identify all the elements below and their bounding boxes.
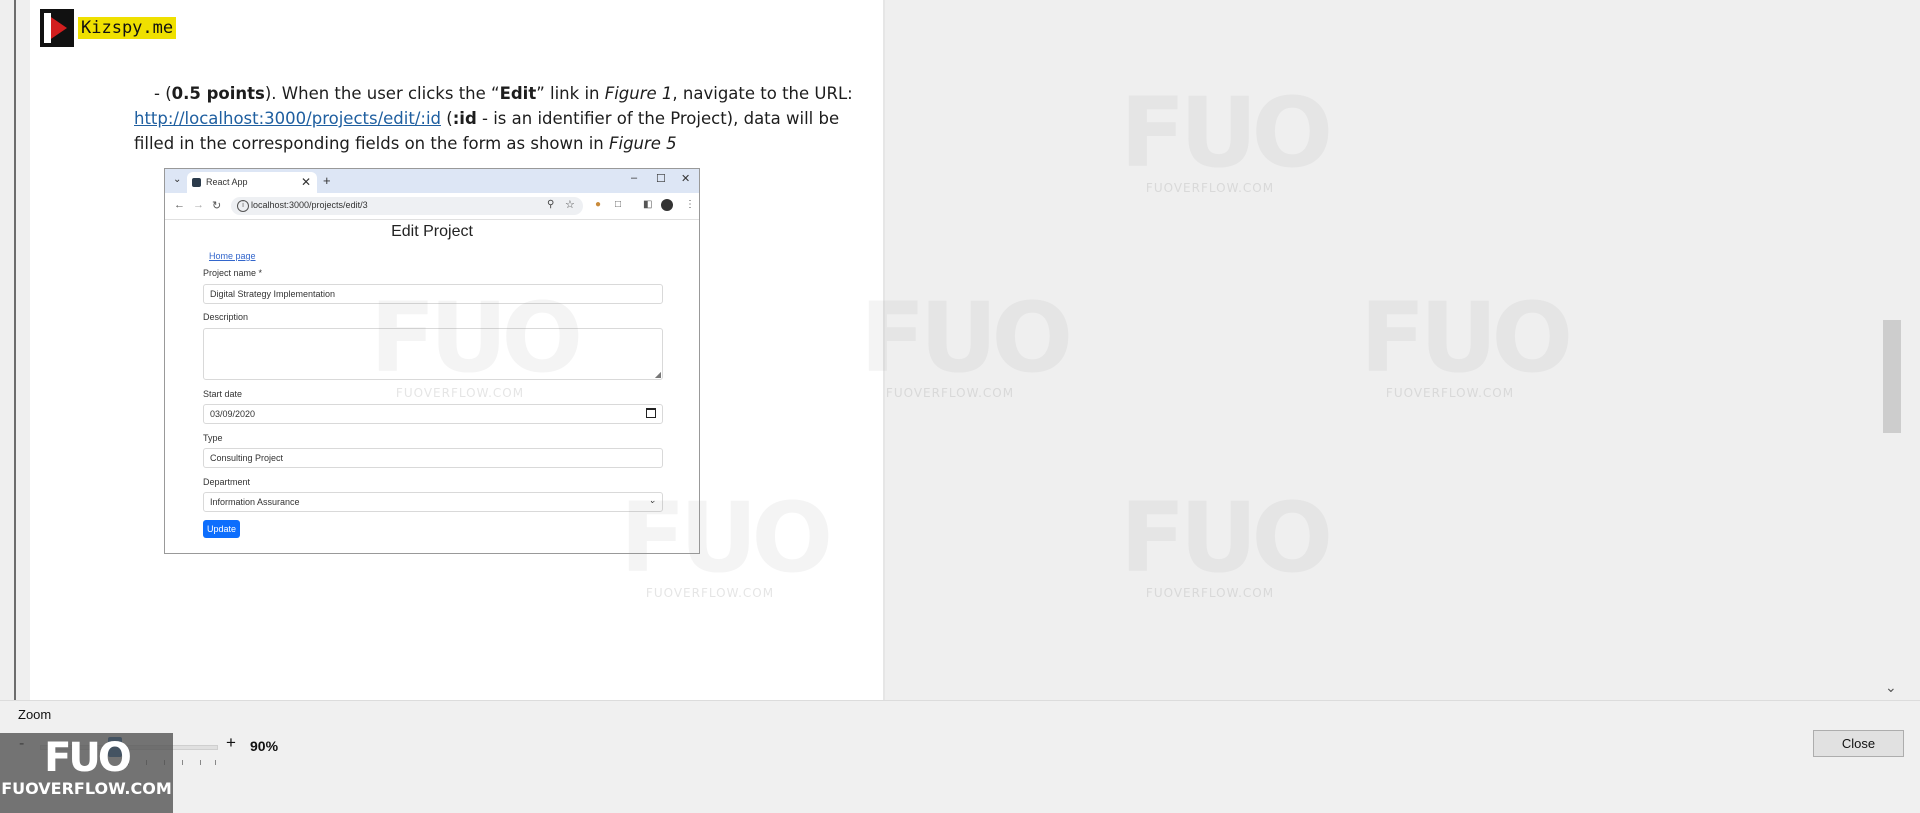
viewer-border xyxy=(14,0,16,700)
back-arrow-icon: ← xyxy=(174,199,185,211)
bottom-divider xyxy=(0,700,1920,701)
line2-rest: - is an identifier of the Project), data… xyxy=(476,109,840,128)
zoom-magnifier-icon: ⚲ xyxy=(547,199,555,210)
department-label: Department xyxy=(203,477,251,487)
profile-avatar-icon xyxy=(661,199,673,211)
description-label: Description xyxy=(203,312,249,322)
badge-text: FUOVERFLOW.COM xyxy=(1,779,172,798)
line2-paren: ( xyxy=(441,109,453,128)
reload-icon: ↻ xyxy=(212,200,222,212)
bookmark-star-icon: ☆ xyxy=(565,199,575,211)
department-value: Information Assurance xyxy=(210,497,300,507)
side-panel-icon: ◧ xyxy=(643,199,653,210)
type-label: Type xyxy=(203,433,223,443)
kebab-menu-icon: ⋮ xyxy=(685,199,695,210)
department-select: Information Assurance ⌄ xyxy=(203,492,663,512)
watermark: FUO FUOVERFLOW.COM xyxy=(860,282,1073,400)
kizspy-logo: Kizspy.me xyxy=(40,9,177,47)
edit-project-title: Edit Project xyxy=(391,223,473,240)
project-name-value: Digital Strategy Implementation xyxy=(210,289,336,299)
line3-text: filled in the corresponding fields on th… xyxy=(134,134,609,153)
puzzle-icon: □ xyxy=(615,199,622,210)
scroll-thumb[interactable] xyxy=(1883,320,1901,433)
edit-url-link[interactable]: http://localhost:3000/projects/edit/:id xyxy=(134,109,441,128)
fuoverflow-badge: FUO FUOVERFLOW.COM xyxy=(0,733,173,813)
forward-arrow-icon: → xyxy=(193,199,204,211)
edit-word: Edit xyxy=(499,84,537,103)
watermark: FUO FUOVERFLOW.COM xyxy=(1120,77,1333,195)
window-close-icon: ✕ xyxy=(681,173,691,185)
close-button[interactable]: Close xyxy=(1813,730,1904,757)
home-page-link: Home page xyxy=(209,251,256,261)
points: 0.5 points xyxy=(171,84,265,103)
line1-prefix: - ( xyxy=(154,84,172,103)
watermark: FUO FUOVERFLOW.COM xyxy=(620,482,833,600)
browser-tab: React App ✕ xyxy=(187,172,317,193)
site-info-icon: i xyxy=(237,200,249,212)
start-date-value: 03/09/2020 xyxy=(210,409,256,419)
start-date-input: 03/09/2020 xyxy=(203,404,663,424)
resize-handle-icon: ◢ xyxy=(654,370,661,379)
browser-address-bar: ← → ↻ i localhost:3000/projects/edit/3 ⚲… xyxy=(165,193,699,220)
update-button: Update xyxy=(203,520,240,538)
scroll-down-icon[interactable]: ⌄ xyxy=(1885,680,1897,696)
document-viewer: Kizspy.me - (0.5 points). When the user … xyxy=(0,0,1920,700)
tab-close-icon: ✕ xyxy=(301,175,312,189)
start-date-label: Start date xyxy=(203,389,243,399)
omnibox-url: localhost:3000/projects/edit/3 xyxy=(251,200,368,210)
calendar-icon xyxy=(646,408,656,418)
question-line-3: filled in the corresponding fields on th… xyxy=(134,129,854,160)
type-input: Consulting Project xyxy=(203,448,663,468)
project-name-label: Project name * xyxy=(203,268,263,278)
line1-middle2: ” link in xyxy=(536,84,605,103)
logo-text: Kizspy.me xyxy=(78,17,177,39)
maximize-icon: ☐ xyxy=(656,173,666,185)
omnibox: i localhost:3000/projects/edit/3 ⚲ ☆ xyxy=(231,197,583,215)
line1-middle1: ). When the user clicks the “ xyxy=(264,84,500,103)
react-favicon-icon xyxy=(192,178,201,187)
line1-suffix: , navigate to the URL: xyxy=(672,84,853,103)
extension-icon: ● xyxy=(595,199,602,210)
tab-title: React App xyxy=(206,177,248,187)
zoom-label: Zoom xyxy=(18,707,52,722)
type-value: Consulting Project xyxy=(210,453,284,463)
minimize-icon: – xyxy=(631,172,638,184)
zoom-in-button[interactable]: + xyxy=(226,733,236,753)
figure-ref-5: Figure 5 xyxy=(609,134,677,153)
badge-logo: FUO xyxy=(44,735,132,781)
watermark: FUO FUOVERFLOW.COM xyxy=(370,282,583,400)
watermark: FUO FUOVERFLOW.COM xyxy=(1120,482,1333,600)
new-tab-icon: + xyxy=(323,173,331,188)
k-logo-icon xyxy=(40,9,74,47)
browser-tab-bar: ⌄ React App ✕ + – ☐ ✕ xyxy=(165,169,699,193)
tab-list-chevron-icon: ⌄ xyxy=(173,174,182,185)
id-token: :id xyxy=(452,109,477,128)
figure-ref-1: Figure 1 xyxy=(604,84,673,103)
vertical-scrollbar[interactable]: ⌄ xyxy=(1881,0,1903,700)
watermark: FUO FUOVERFLOW.COM xyxy=(1360,282,1573,400)
zoom-value: 90% xyxy=(250,738,279,754)
